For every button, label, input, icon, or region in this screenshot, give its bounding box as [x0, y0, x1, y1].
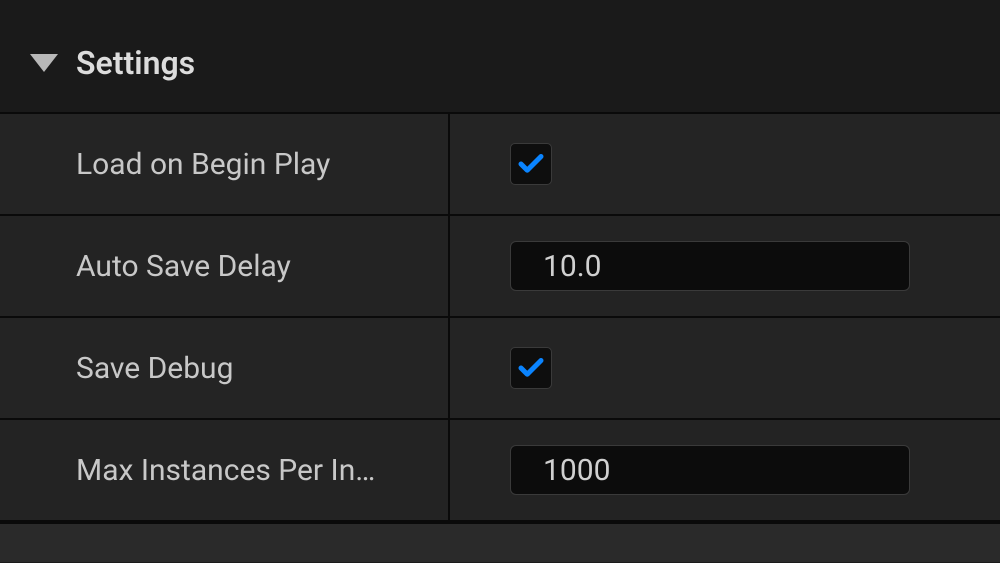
section-header[interactable]: Settings	[0, 28, 1000, 112]
setting-label: Max Instances Per In…	[0, 420, 450, 520]
settings-panel: Settings Load on Begin Play Auto Save De…	[0, 0, 1000, 563]
auto-save-delay-input[interactable]	[510, 241, 910, 291]
setting-row-auto-save-delay: Auto Save Delay	[0, 216, 1000, 318]
setting-row-save-debug: Save Debug	[0, 318, 1000, 420]
setting-label: Load on Begin Play	[0, 114, 450, 214]
setting-row-max-instances: Max Instances Per In…	[0, 420, 1000, 522]
bottom-spacer	[0, 522, 1000, 562]
max-instances-input[interactable]	[510, 445, 910, 495]
setting-value-cell	[450, 318, 1000, 418]
setting-row-load-on-begin-play: Load on Begin Play	[0, 114, 1000, 216]
checkmark-icon	[516, 353, 546, 383]
expand-collapse-icon[interactable]	[30, 54, 58, 72]
section-title: Settings	[76, 44, 195, 82]
setting-value-cell	[450, 420, 1000, 520]
settings-grid: Load on Begin Play Auto Save Delay Save …	[0, 112, 1000, 522]
checkmark-icon	[516, 149, 546, 179]
load-on-begin-play-checkbox[interactable]	[510, 143, 552, 185]
setting-label: Save Debug	[0, 318, 450, 418]
save-debug-checkbox[interactable]	[510, 347, 552, 389]
setting-value-cell	[450, 216, 1000, 316]
setting-label: Auto Save Delay	[0, 216, 450, 316]
setting-value-cell	[450, 114, 1000, 214]
